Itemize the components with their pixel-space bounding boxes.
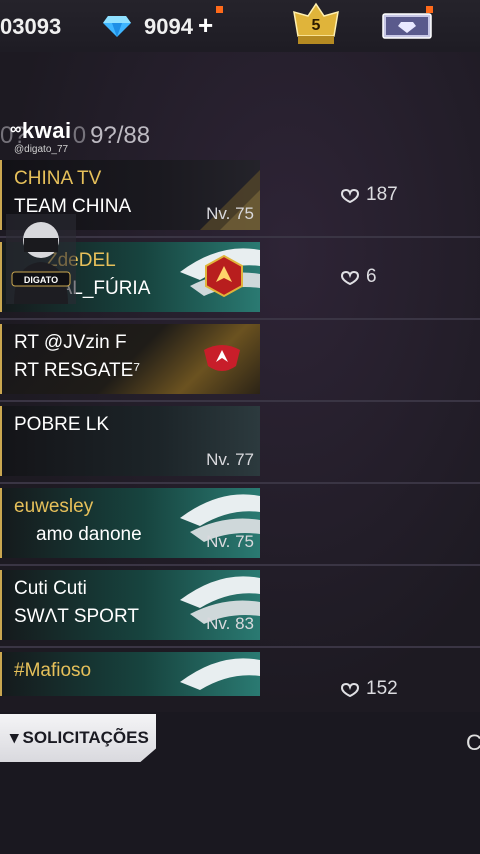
guild-emblem-icon: [205, 254, 243, 298]
friend-card[interactable]: RT @JVzin F RT RESGATE⁷: [0, 324, 260, 394]
top-bar: 03093 9094 + 5: [0, 0, 480, 53]
diamond-icon: [103, 16, 131, 37]
rank-crown-icon[interactable]: 5: [290, 2, 342, 50]
friend-card[interactable]: euwesley amo danone Nv. 75: [0, 488, 260, 558]
friend-level: Nv. 75: [206, 204, 254, 223]
requests-button[interactable]: ▾ SOLICITAÇÕES: [0, 714, 156, 762]
friend-name: #Mafioso: [14, 660, 92, 681]
add-diamonds-button[interactable]: +: [198, 10, 213, 41]
row-divider: [0, 318, 480, 320]
likes-count: 187: [340, 184, 398, 206]
likes-count: 152: [340, 678, 398, 700]
friend-level: Nv. 75: [206, 532, 254, 551]
friend-guild: RT RESGATE⁷: [14, 360, 141, 381]
kwai-watermark-handle: @digato_77: [14, 144, 69, 155]
row-divider: [0, 564, 480, 566]
elite-pass-icon[interactable]: [382, 10, 432, 42]
diamonds-count: 9094: [144, 14, 193, 39]
row-divider: [0, 646, 480, 648]
kwai-watermark-logo: ∞kwai: [10, 118, 72, 143]
coins-count: 03093: [0, 14, 62, 39]
friend-name: CHINA TV: [14, 168, 102, 189]
row-divider: [0, 482, 480, 484]
kwai-icon: ∞: [10, 121, 22, 138]
footer-right-label[interactable]: C: [466, 730, 480, 756]
like-heart-icon: [340, 270, 360, 286]
guild-emblem-icon: [204, 345, 240, 371]
like-heart-icon: [340, 682, 360, 698]
friend-level: Nv. 77: [206, 450, 254, 469]
friend-guild: amo danone: [36, 524, 142, 545]
svg-text:DIGATO: DIGATO: [24, 275, 58, 285]
chevron-left-icon: ▾: [10, 728, 19, 747]
row-divider: [0, 400, 480, 402]
friend-card[interactable]: Cuti Cuti SWΛT SPORT Nv. 83: [0, 570, 260, 640]
friend-name: RT @JVzin F: [14, 332, 127, 353]
rank-level: 5: [311, 17, 321, 34]
notification-dot: [216, 6, 223, 13]
friend-level: Nv. 83: [206, 614, 254, 633]
like-heart-icon: [340, 188, 360, 204]
friend-name: euwesley: [14, 496, 94, 517]
friend-card[interactable]: POBRE LK Nv. 77: [0, 406, 260, 476]
wing-icon: [180, 658, 260, 690]
friend-guild: SWΛT SPORT: [14, 606, 139, 627]
friend-card[interactable]: #Mafioso: [0, 652, 260, 696]
streamer-avatar: DIGATO: [6, 214, 76, 304]
friend-name: Cuti Cuti: [14, 578, 87, 599]
likes-count: 6: [340, 266, 377, 288]
friend-name: POBRE LK: [14, 414, 110, 435]
